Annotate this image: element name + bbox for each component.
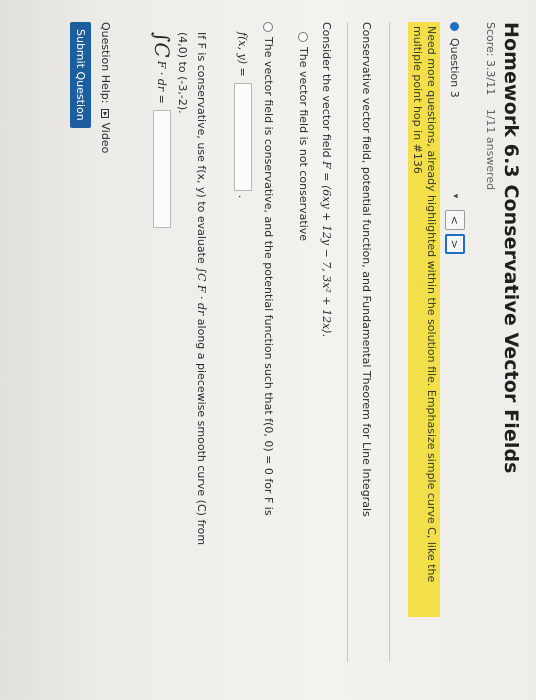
video-icon[interactable]: [101, 109, 110, 119]
chevron-down-icon[interactable]: ▾: [450, 194, 460, 199]
path-endpoints: (4,0) to (-3,-2).: [176, 32, 189, 114]
integral-symbol: ∫C: [150, 32, 174, 58]
answered-count: 1/11 answered: [484, 108, 497, 191]
score-text: Score: 3.3/11: [484, 22, 497, 96]
instruction-text: along a piecewise smooth curve (C) from: [195, 315, 208, 546]
homework-page: Homework 6.3 Conservative Vector Fields …: [0, 0, 536, 700]
divider: [347, 22, 348, 662]
previous-question-button[interactable]: <: [445, 210, 465, 231]
evaluate-instruction: If F is conservative, use f(x, y) to eva…: [195, 32, 208, 662]
radio-button[interactable]: [298, 32, 309, 42]
current-question-dot-icon: [450, 22, 460, 31]
line-integral-expression: ∫C F · dr: [195, 267, 208, 316]
trailing-period: .: [236, 194, 250, 199]
option-label: The vector field is conservative, and th…: [262, 37, 275, 516]
potential-function-input[interactable]: [234, 82, 252, 191]
question-help: Question Help: Video: [99, 22, 112, 662]
integral-expression: F · dr =: [155, 60, 169, 104]
instruction-text: If F is conservative, use f(x, y) to eva…: [195, 32, 208, 268]
question-prompt: Consider the vector field F = ⟨6xy + 12y…: [320, 22, 333, 662]
page-title: Homework 6.3 Conservative Vector Fields: [500, 22, 522, 474]
question-select[interactable]: Question 3: [449, 38, 462, 98]
prompt-prefix: Consider the vector field: [320, 22, 333, 162]
potential-function-row: f(x, y) = .: [234, 32, 252, 662]
vector-field-expression: F = ⟨6xy + 12y − 7, 3x² + 12x⟩.: [320, 161, 333, 338]
help-label: Question Help:: [99, 22, 112, 104]
integral-answer-row: ∫C F · dr =: [150, 32, 174, 662]
divider: [389, 22, 390, 662]
integral-answer-input[interactable]: [153, 109, 171, 228]
submit-question-button[interactable]: Submit Question: [70, 22, 91, 128]
radio-button[interactable]: [263, 22, 274, 32]
option-not-conservative[interactable]: The vector field is not conservative: [297, 32, 310, 662]
question-body: Need more questions, already highlighted…: [70, 22, 440, 662]
potential-function-label: f(x, y) =: [236, 32, 250, 77]
video-link[interactable]: Video: [99, 122, 112, 153]
section-title: Conservative vector field, potential fun…: [360, 22, 373, 517]
option-conservative[interactable]: The vector field is conservative, and th…: [262, 22, 275, 662]
next-question-button[interactable]: >: [445, 234, 465, 255]
question-navigator: Question 3 ▾ < >: [444, 22, 466, 700]
option-label: The vector field is not conservative: [297, 47, 310, 242]
score-line: Score: 3.3/11 1/11 answered: [484, 22, 497, 700]
highlighted-notice: Need more questions, already highlighted…: [408, 22, 440, 617]
